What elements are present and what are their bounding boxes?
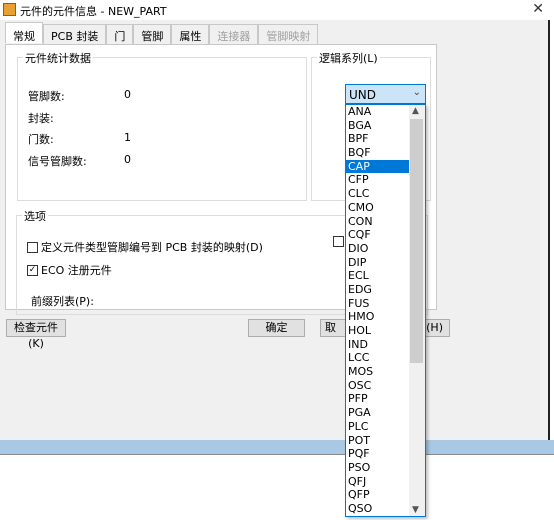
dropdown-option[interactable]: LCC	[346, 351, 409, 365]
logic-family-dropdown-list[interactable]: ANA BGA BPF BQF CAP CFP CLC CMO CON CQF DIO DIP ECL E…	[345, 104, 426, 517]
title-bar: 元件的元件信息 - NEW_PART ✕	[0, 0, 554, 20]
dropdown-option[interactable]: CAP	[346, 159, 409, 174]
dropdown-option[interactable]: PLC	[346, 420, 409, 434]
dropdown-option[interactable]: BQF	[346, 146, 409, 160]
tab-general[interactable]: 常规	[5, 22, 43, 43]
dropdown-option[interactable]: HOL	[346, 324, 409, 338]
ok-button[interactable]: 确定	[248, 319, 305, 337]
scrollbar[interactable]: ▲ ▼	[409, 105, 425, 516]
stats-group: 元件统计数据 管脚数: 0 封装: 门数: 1 信号管脚数: 0	[17, 50, 307, 201]
app-icon	[3, 3, 16, 16]
eco-label: ECO 注册元件	[41, 264, 112, 277]
chevron-down-icon: ⌄	[412, 87, 421, 98]
eco-checkbox[interactable]: ✓ ECO 注册元件	[27, 262, 112, 278]
signal-pin-count-label: 信号管脚数:	[28, 155, 87, 168]
dropdown-option[interactable]: IND	[346, 338, 409, 352]
tab-pcb-decal[interactable]: PCB 封装	[43, 24, 107, 44]
window-title: 元件的元件信息 - NEW_PART	[20, 5, 167, 18]
gate-count-label: 门数:	[28, 133, 54, 146]
options-title: 选项	[22, 208, 48, 224]
dropdown-option[interactable]: MOS	[346, 365, 409, 379]
dropdown-option[interactable]: CLC	[346, 187, 409, 201]
dropdown-option[interactable]: QFJ	[346, 475, 409, 489]
dropdown-option[interactable]: ANA	[346, 105, 409, 119]
signal-pin-count-value: 0	[124, 153, 131, 166]
logic-family-title: 逻辑系列(L)	[317, 50, 380, 66]
scroll-up-icon[interactable]: ▲	[412, 106, 419, 116]
scrollbar-thumb[interactable]	[410, 119, 423, 363]
checkbox-box	[333, 236, 344, 247]
check-icon: ✓	[27, 264, 38, 276]
dropdown-option[interactable]: QSO	[346, 502, 409, 516]
tab-connector: 连接器	[209, 24, 259, 44]
tab-bar: 常规 PCB 封装 门 管脚 属性 连接器 管脚映射	[5, 22, 319, 44]
pin-count-label: 管脚数:	[28, 90, 65, 103]
map-pins-checkbox[interactable]: 定义元件类型管脚编号到 PCB 封装的映射(D)	[27, 239, 263, 255]
dropdown-option[interactable]: CON	[346, 215, 409, 229]
dropdown-option[interactable]: PQF	[346, 447, 409, 461]
tab-gates[interactable]: 门	[106, 24, 134, 44]
dropdown-option[interactable]: BGA	[346, 119, 409, 133]
map-pins-label: 定义元件类型管脚编号到 PCB 封装的映射(D)	[41, 241, 263, 254]
tab-pins[interactable]: 管脚	[133, 24, 172, 44]
logic-family-select[interactable]: UND ⌄	[345, 84, 426, 104]
logic-family-value: UND	[349, 88, 376, 102]
dropdown-option[interactable]: ECL	[346, 269, 409, 283]
dropdown-option[interactable]: DIO	[346, 242, 409, 256]
prefix-list-label: 前缀列表(P):	[31, 295, 94, 308]
dropdown-option[interactable]: PGA	[346, 406, 409, 420]
gate-count-value: 1	[124, 131, 131, 144]
decal-label: 封装:	[28, 112, 54, 125]
tab-pin-mapping: 管脚映射	[258, 24, 319, 44]
taskbar-band	[0, 440, 554, 455]
dropdown-option[interactable]: PSO	[346, 461, 409, 475]
stats-title: 元件统计数据	[23, 50, 93, 66]
dropdown-option[interactable]: EDG	[346, 283, 409, 297]
dropdown-option[interactable]: FUS	[346, 297, 409, 311]
checkbox-box	[27, 241, 38, 253]
dropdown-option[interactable]: BPF	[346, 132, 409, 146]
dropdown-option[interactable]: HMO	[346, 310, 409, 324]
tab-attributes[interactable]: 属性	[171, 24, 210, 44]
dropdown-option[interactable]: QFP	[346, 488, 409, 502]
dropdown-option[interactable]: CMO	[346, 201, 409, 215]
dropdown-option[interactable]: PFP	[346, 392, 409, 406]
dropdown-option[interactable]: CFP	[346, 173, 409, 187]
dropdown-option[interactable]: OSC	[346, 379, 409, 393]
hidden-option-checkbox[interactable]	[333, 236, 344, 247]
pin-count-value: 0	[124, 88, 131, 101]
dialog-window: 元件的元件信息 - NEW_PART ✕ 常规 PCB 封装 门 管脚 属性 连…	[0, 0, 554, 440]
dropdown-option[interactable]: CQF	[346, 228, 409, 242]
dropdown-option[interactable]: DIP	[346, 256, 409, 270]
scroll-down-icon[interactable]: ▼	[412, 505, 419, 515]
check-part-button[interactable]: 检查元件(K)	[6, 319, 66, 350]
dropdown-option[interactable]: POT	[346, 434, 409, 448]
close-icon[interactable]: ✕	[532, 1, 544, 17]
